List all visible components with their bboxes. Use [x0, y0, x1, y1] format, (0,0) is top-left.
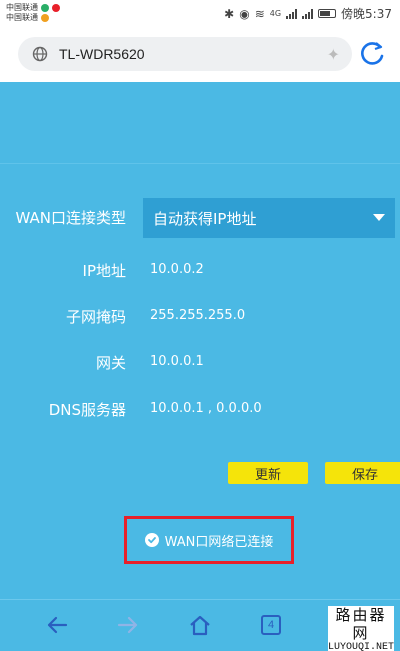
refresh-button[interactable]: 更新	[228, 462, 308, 484]
watermark-logo: 路由器网 LUYOUQI.NET	[328, 606, 394, 651]
network-type-label: 4G	[269, 9, 282, 18]
back-button[interactable]	[44, 612, 70, 638]
tab-count: 4	[261, 615, 281, 635]
battery-icon	[318, 9, 337, 18]
wan-connection-status: WAN口网络已连接	[124, 516, 294, 564]
check-circle-icon	[144, 533, 159, 547]
ip-address-value: 10.0.0.2	[150, 262, 204, 277]
home-icon	[190, 615, 210, 636]
gateway-label: 网关	[95, 354, 126, 372]
bluetooth-icon: ✱	[224, 6, 235, 21]
home-button[interactable]	[187, 612, 213, 638]
signal-1-icon	[286, 8, 298, 19]
tabs-button[interactable]: 4	[258, 612, 284, 638]
status-bar: 中国联通 中国联通 ✱ ◉ ≋ 4G 傍晚5:37	[0, 0, 400, 26]
footprint-icon[interactable]: ✦	[327, 45, 340, 64]
page-header-band	[0, 82, 400, 164]
dropdown-caret-icon	[373, 214, 385, 221]
wifi-icon: ≋	[254, 6, 265, 21]
subnet-mask-value: 255.255.255.0	[150, 308, 246, 323]
arrow-right-icon	[117, 616, 138, 634]
eye-icon: ◉	[239, 6, 250, 21]
forward-button[interactable]	[115, 612, 141, 638]
carrier-1-label: 中国联通	[6, 3, 38, 12]
connection-type-value: 自动获得IP地址	[153, 209, 257, 228]
url-text: TL-WDR5620	[59, 46, 145, 62]
wechat-icon	[41, 4, 49, 12]
browser-toolbar: TL-WDR5620 ✦	[0, 26, 400, 82]
status-icons: ✱ ◉ ≋ 4G 傍晚5:37	[224, 5, 392, 22]
wan-status-message: WAN口网络已连接	[164, 534, 274, 550]
connection-type-select[interactable]: 自动获得IP地址	[143, 198, 395, 238]
arrow-left-icon	[47, 616, 68, 634]
dns-server-label: DNS服务器	[48, 401, 126, 419]
signal-2-icon	[302, 8, 314, 19]
carrier-info: 中国联通 中国联通	[6, 3, 60, 23]
connection-type-label: WAN口连接类型	[15, 209, 127, 227]
watermark-domain: LUYOUQI.NET	[328, 642, 395, 651]
globe-icon	[32, 46, 48, 62]
carrier-2-label: 中国联通	[6, 13, 38, 22]
clock: 傍晚5:37	[341, 7, 392, 21]
subnet-mask-label: 子网掩码	[65, 308, 126, 326]
dns-server-value: 10.0.0.1 , 0.0.0.0	[150, 401, 262, 416]
weibo-icon	[52, 4, 60, 12]
ip-address-label: IP地址	[82, 262, 126, 280]
notification-icon	[41, 14, 49, 22]
save-button[interactable]: 保存	[325, 462, 400, 484]
reload-icon[interactable]	[359, 39, 385, 69]
address-bar[interactable]: TL-WDR5620 ✦	[18, 37, 352, 71]
watermark-chinese: 路由器网	[335, 606, 387, 642]
gateway-value: 10.0.0.1	[150, 354, 204, 369]
